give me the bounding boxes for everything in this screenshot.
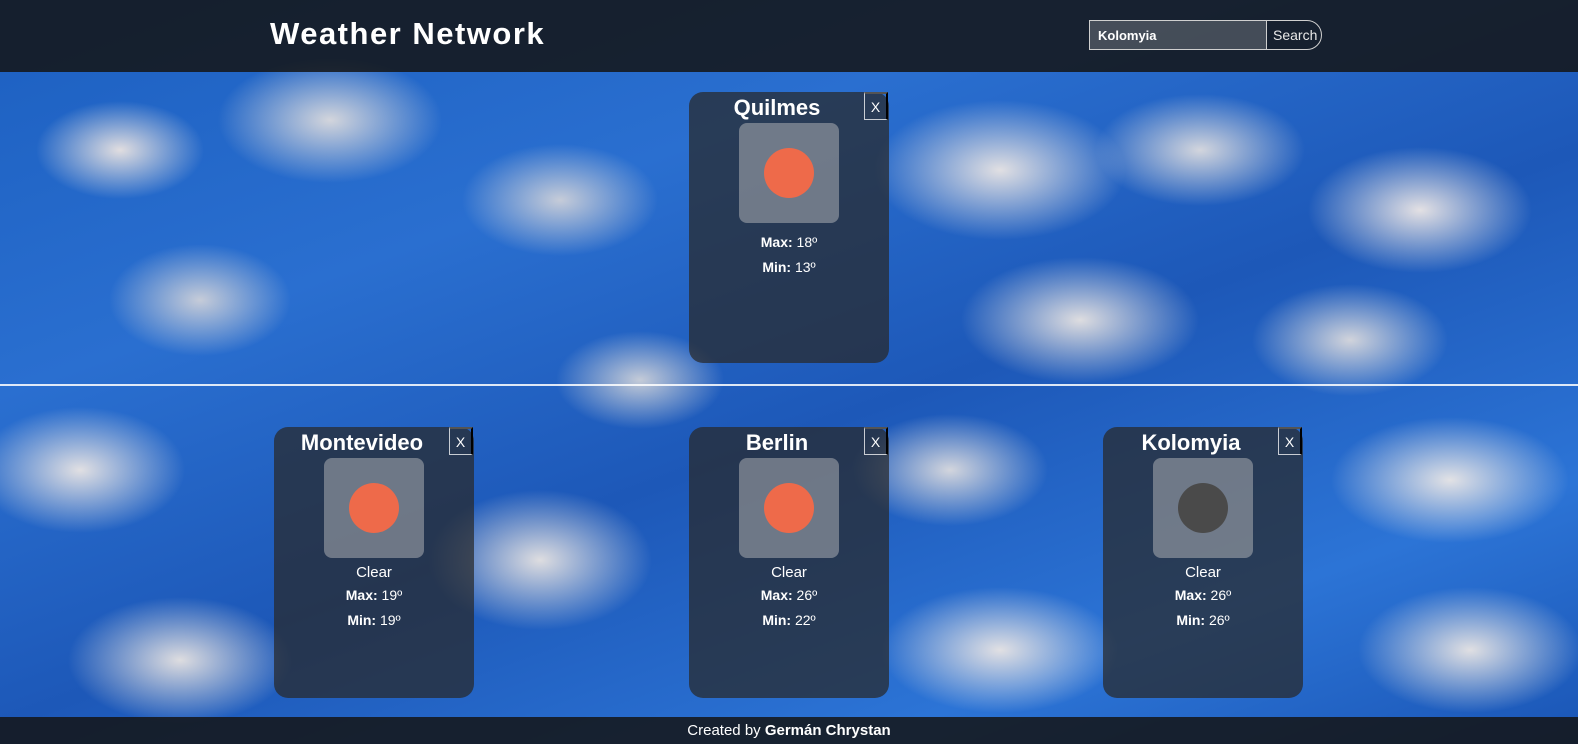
- section-divider: [0, 384, 1578, 386]
- min-temp: Min: 13º: [762, 259, 816, 275]
- city-card: Montevideo X Clear Max: 19º Min: 19º: [274, 427, 474, 698]
- weather-icon-box: [739, 123, 839, 223]
- search-input[interactable]: [1090, 21, 1266, 49]
- sun-icon: [764, 148, 814, 198]
- city-card: Berlin X Clear Max: 26º Min: 22º: [689, 427, 889, 698]
- close-button[interactable]: X: [864, 427, 888, 455]
- max-temp: Max: 18º: [760, 234, 818, 250]
- featured-city-card: Quilmes X Max: 18º Min: 13º: [689, 92, 889, 363]
- min-temp: Min: 26º: [1176, 612, 1230, 628]
- sun-icon: [349, 483, 399, 533]
- search-form: Search: [1089, 20, 1322, 50]
- close-button[interactable]: X: [1278, 427, 1302, 455]
- min-temp: Min: 19º: [347, 612, 401, 628]
- city-card: Kolomyia X Clear Max: 26º Min: 26º: [1103, 427, 1303, 698]
- weather-icon-box: [739, 458, 839, 558]
- city-name: Berlin: [745, 430, 809, 455]
- top-navbar: Weather Network Search: [0, 0, 1578, 72]
- footer-author[interactable]: Germán Chrystan: [765, 722, 891, 739]
- footer-prefix: Created by: [687, 722, 765, 739]
- moon-icon: [1178, 483, 1228, 533]
- min-temp: Min: 22º: [762, 612, 816, 628]
- app-title[interactable]: Weather Network: [270, 16, 545, 52]
- city-name: Montevideo: [300, 430, 424, 455]
- max-temp: Max: 26º: [1174, 587, 1232, 603]
- weather-icon-box: [1153, 458, 1253, 558]
- city-name: Kolomyia: [1141, 430, 1241, 455]
- weather-condition: Clear: [1185, 564, 1221, 581]
- weather-condition: Clear: [771, 564, 807, 581]
- close-button[interactable]: X: [449, 427, 473, 455]
- weather-condition: Clear: [356, 564, 392, 581]
- footer: Created by Germán Chrystan: [0, 717, 1578, 744]
- max-temp: Max: 19º: [345, 587, 403, 603]
- search-button[interactable]: Search: [1266, 21, 1321, 49]
- close-button[interactable]: X: [864, 92, 888, 120]
- weather-icon-box: [324, 458, 424, 558]
- city-name: Quilmes: [733, 95, 821, 120]
- sun-icon: [764, 483, 814, 533]
- max-temp: Max: 26º: [760, 587, 818, 603]
